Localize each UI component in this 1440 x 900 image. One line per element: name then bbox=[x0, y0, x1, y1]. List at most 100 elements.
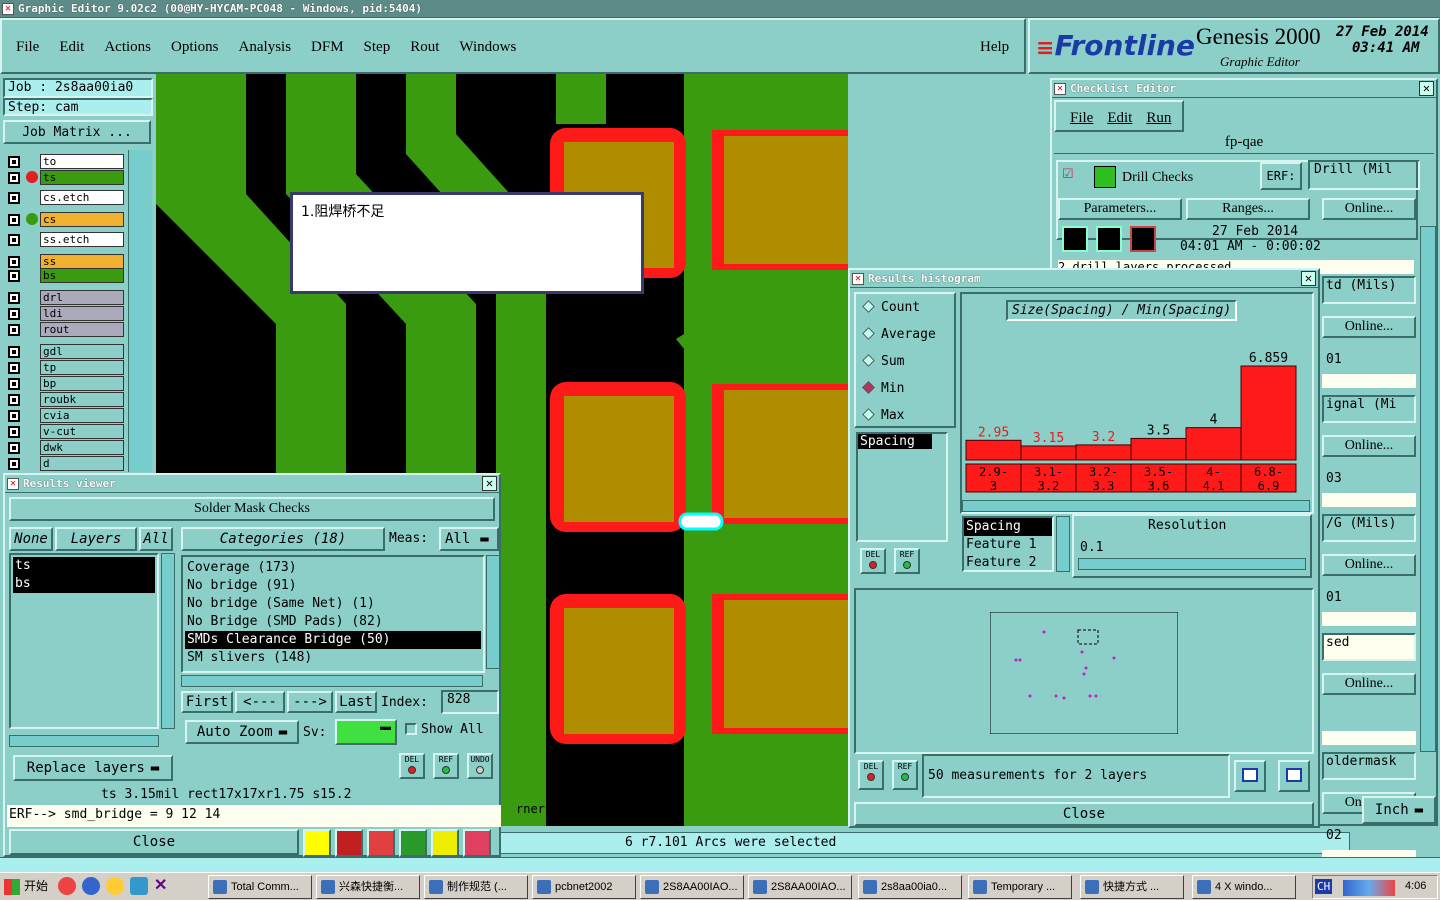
layer-checkbox[interactable] bbox=[8, 172, 20, 184]
histogram-bar[interactable] bbox=[1240, 365, 1297, 461]
taskbar-item[interactable]: 2s8aa00ia0... bbox=[858, 875, 962, 899]
report-icon[interactable] bbox=[335, 829, 363, 857]
taskbar-item[interactable]: 制作规范 (... bbox=[424, 875, 528, 899]
online-button[interactable]: Online... bbox=[1322, 435, 1416, 457]
all-button[interactable]: All bbox=[139, 527, 173, 551]
parameters-button[interactable]: Parameters... bbox=[1058, 198, 1182, 220]
layers-button[interactable]: Layers bbox=[55, 527, 137, 551]
category-item[interactable]: No bridge (91) bbox=[185, 577, 481, 595]
layer-result-item[interactable]: bs bbox=[13, 575, 155, 593]
mode-min[interactable]: Min bbox=[862, 381, 904, 396]
sv-color-select[interactable]: ▬ bbox=[335, 719, 397, 745]
layer-row-bs[interactable]: bs bbox=[6, 268, 124, 283]
layer-row-to[interactable]: to bbox=[6, 154, 124, 169]
last-button[interactable]: Last bbox=[335, 691, 377, 713]
layer-result-item[interactable]: ts bbox=[13, 557, 155, 575]
layer-row-ts[interactable]: ts bbox=[6, 170, 124, 185]
language-indicator[interactable]: CH bbox=[1315, 879, 1333, 894]
browser-icon[interactable] bbox=[82, 877, 100, 895]
feature-item[interactable]: Feature 2 bbox=[964, 554, 1052, 572]
checklist-scrollbar[interactable] bbox=[1420, 226, 1436, 752]
results-viewer-close-button[interactable]: Close bbox=[9, 829, 299, 855]
hist-del-button[interactable]: DEL bbox=[860, 548, 886, 574]
first-button[interactable]: First bbox=[181, 691, 233, 713]
hist-ref-button[interactable]: REF bbox=[894, 548, 920, 574]
layer-row-rout[interactable]: rout bbox=[6, 322, 124, 337]
histogram-bar[interactable] bbox=[1020, 445, 1077, 461]
layer-checkbox[interactable] bbox=[8, 270, 20, 282]
menu-rout[interactable]: Rout bbox=[410, 39, 439, 55]
filter-icon[interactable] bbox=[367, 829, 395, 857]
x-icon[interactable]: ✕ bbox=[154, 877, 172, 895]
layer-checkbox[interactable] bbox=[8, 410, 20, 422]
mode-average[interactable]: Average bbox=[862, 327, 936, 342]
taskbar-item[interactable]: 2S8AA00IAO... bbox=[748, 875, 852, 899]
taskbar-item[interactable]: 兴森快捷衡... bbox=[316, 875, 420, 899]
start-button[interactable]: 开始 bbox=[2, 875, 50, 899]
close-icon[interactable]: ✕ bbox=[1301, 271, 1316, 286]
layer-checkbox[interactable] bbox=[8, 156, 20, 168]
layer-checkbox[interactable] bbox=[8, 214, 20, 226]
histogram-bar[interactable] bbox=[965, 439, 1022, 461]
meas-select[interactable]: All ▬ bbox=[439, 527, 499, 551]
menu-step[interactable]: Step bbox=[364, 39, 391, 55]
online-button[interactable]: Online... bbox=[1322, 554, 1416, 576]
spacing-list-item[interactable]: Spacing bbox=[858, 434, 932, 449]
category-item[interactable]: No bridge (Same Net) (1) bbox=[185, 595, 481, 613]
undo-button[interactable]: UNDO bbox=[467, 753, 493, 779]
layer-checkbox[interactable] bbox=[8, 458, 20, 470]
layer-checkbox[interactable] bbox=[8, 234, 20, 246]
run-all-icon[interactable] bbox=[1130, 226, 1156, 252]
layer-checkbox[interactable] bbox=[8, 292, 20, 304]
zoom-fit-icon[interactable] bbox=[1234, 760, 1266, 792]
run-icon[interactable] bbox=[1062, 226, 1088, 252]
category-item[interactable]: Coverage (173) bbox=[185, 559, 481, 577]
help-menu[interactable]: Help bbox=[980, 39, 1009, 56]
layer-scrollbar[interactable] bbox=[128, 150, 152, 472]
quick-launch-icon[interactable] bbox=[58, 877, 76, 895]
check-erf-value[interactable]: sed bbox=[1322, 633, 1416, 661]
taskbar-item[interactable]: Temporary ... bbox=[968, 875, 1072, 899]
tray-icons[interactable] bbox=[1343, 880, 1395, 896]
close-icon[interactable]: ✕ bbox=[1419, 81, 1434, 96]
resolution-slider[interactable] bbox=[1078, 558, 1306, 570]
feature-scrollbar[interactable] bbox=[1056, 516, 1070, 572]
run-selected-icon[interactable] bbox=[1096, 226, 1122, 252]
category-hscroll[interactable] bbox=[181, 675, 483, 687]
layer-checkbox[interactable] bbox=[8, 324, 20, 336]
online-button-1[interactable]: Online... bbox=[1322, 198, 1416, 220]
layer-row-drl[interactable]: drl bbox=[6, 290, 124, 305]
category-item[interactable]: SM slivers (148) bbox=[185, 649, 481, 667]
layer-row-roubk[interactable]: roubk bbox=[6, 392, 124, 407]
layer-checkbox[interactable] bbox=[8, 378, 20, 390]
job-matrix-button[interactable]: Job Matrix ... bbox=[3, 120, 151, 144]
menu-analysis[interactable]: Analysis bbox=[239, 39, 292, 55]
layer-row-ss-etch[interactable]: ss.etch bbox=[6, 232, 124, 247]
layer-checkbox[interactable] bbox=[8, 308, 20, 320]
layer-row-v-cut[interactable]: v-cut bbox=[6, 424, 124, 439]
close-icon[interactable]: ✕ bbox=[482, 476, 497, 491]
layer-row-dwk[interactable]: dwk bbox=[6, 440, 124, 455]
none-button[interactable]: None bbox=[9, 527, 53, 551]
online-button[interactable]: Online... bbox=[1322, 673, 1416, 695]
layer-list-scrollbar[interactable] bbox=[161, 553, 175, 729]
ref-button[interactable]: REF bbox=[433, 753, 459, 779]
layer-row-cs[interactable]: cs bbox=[6, 212, 124, 227]
mode-count[interactable]: Count bbox=[862, 300, 920, 315]
checked-icon[interactable]: ☑ bbox=[1062, 166, 1074, 182]
auto-zoom-select[interactable]: Auto Zoom ▬ bbox=[185, 720, 299, 744]
histogram-bar[interactable] bbox=[1130, 437, 1187, 461]
erf-value[interactable]: Drill (Mil bbox=[1308, 160, 1420, 190]
layer-checkbox[interactable] bbox=[8, 256, 20, 268]
taskbar-item[interactable]: pcbnet2002 bbox=[532, 875, 636, 899]
checklist-menu-run[interactable]: Run bbox=[1146, 110, 1171, 126]
measure-list[interactable]: Spacing bbox=[856, 432, 948, 542]
sort-icon[interactable] bbox=[399, 829, 427, 857]
menu-edit[interactable]: Edit bbox=[59, 39, 84, 55]
check-erf-value[interactable]: ignal (Mi bbox=[1322, 395, 1416, 423]
index-input[interactable]: 828 bbox=[441, 690, 499, 714]
menu-windows[interactable]: Windows bbox=[459, 39, 516, 55]
layer-row-cvia[interactable]: cvia bbox=[6, 408, 124, 423]
annotation-note[interactable]: 1.阻焊桥不足 bbox=[290, 192, 644, 294]
taskbar-item[interactable]: 快捷方式 ... bbox=[1080, 875, 1184, 899]
